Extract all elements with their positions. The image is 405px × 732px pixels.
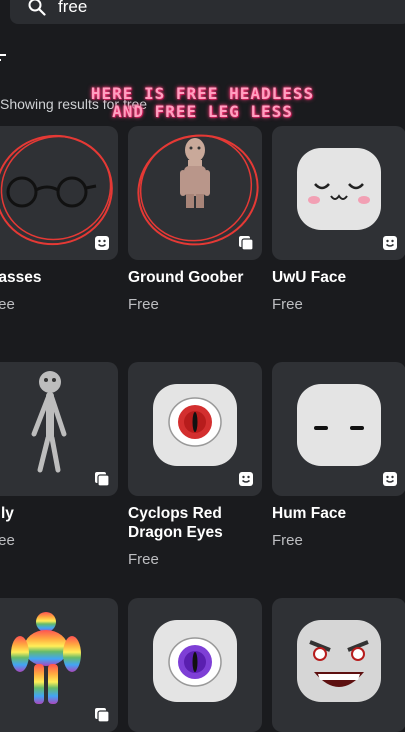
search-bar[interactable] bbox=[10, 0, 405, 24]
bundle-type-icon bbox=[95, 708, 110, 723]
item-price: Free bbox=[128, 551, 159, 568]
item-price: Free bbox=[0, 532, 15, 549]
item-price: Free bbox=[128, 296, 159, 313]
red-circle-annotation bbox=[0, 134, 113, 246]
purple-dragon-eye-icon bbox=[153, 620, 237, 702]
item-card-cyclops-red-dragon-eyes[interactable] bbox=[128, 362, 262, 496]
item-name[interactable]: Glasses bbox=[0, 268, 118, 287]
item-card-hum-face[interactable] bbox=[272, 362, 405, 496]
search-input[interactable] bbox=[56, 0, 360, 18]
red-circle-annotation bbox=[137, 134, 259, 246]
filter-icon[interactable] bbox=[0, 52, 8, 66]
item-price: Free bbox=[272, 532, 303, 549]
face-type-icon bbox=[239, 472, 253, 486]
item-name[interactable]: UwU Face bbox=[272, 268, 405, 287]
face-type-icon bbox=[383, 472, 397, 486]
item-name[interactable]: Silly bbox=[0, 504, 118, 523]
item-price: Free bbox=[272, 296, 303, 313]
item-card-angry-face[interactable] bbox=[272, 598, 405, 732]
item-card-silly[interactable] bbox=[0, 362, 118, 496]
angry-face-icon bbox=[297, 620, 381, 702]
face-type-icon bbox=[383, 236, 397, 250]
item-name[interactable]: Hum Face bbox=[272, 504, 405, 523]
item-name[interactable]: Ground Goober bbox=[128, 268, 262, 287]
bundle-type-icon bbox=[95, 472, 110, 487]
search-icon bbox=[28, 0, 46, 16]
video-caption-line-1: HERE IS FREE HEADLESS bbox=[90, 84, 315, 103]
item-name[interactable]: Cyclops Red Dragon Eyes bbox=[128, 504, 262, 542]
item-card-rainbow-avatar[interactable] bbox=[0, 598, 118, 732]
item-price: Free bbox=[0, 296, 15, 313]
video-caption-line-2: AND FREE LEG LESS bbox=[112, 102, 293, 121]
item-card-uwu-face[interactable] bbox=[272, 126, 405, 260]
item-card-purple-dragon-eye[interactable] bbox=[128, 598, 262, 732]
